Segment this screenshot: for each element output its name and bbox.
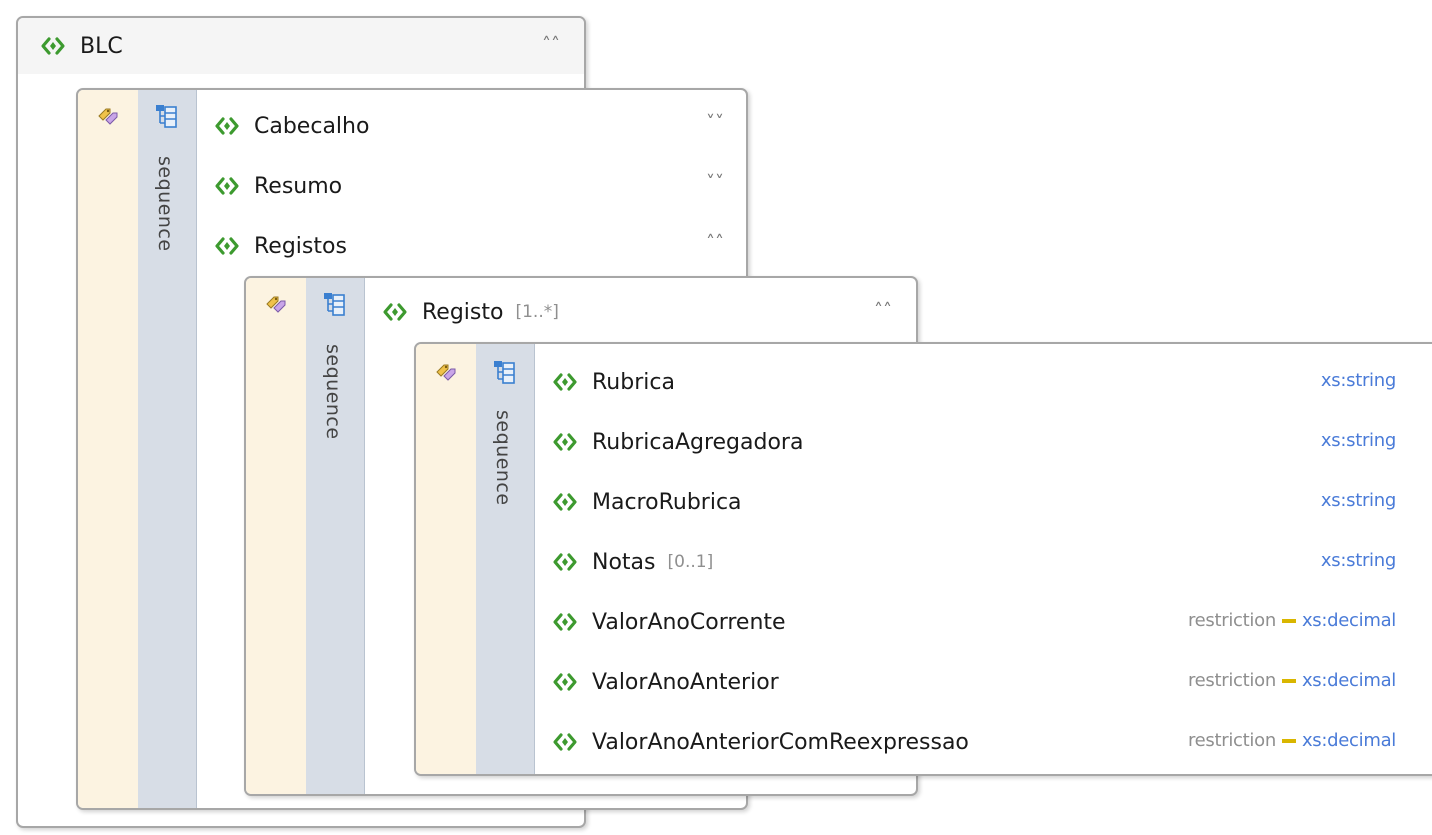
element-icon	[40, 36, 66, 56]
element-row-valoranocorrente[interactable]: ValorAnoCorrente	[552, 592, 786, 652]
sequence-label: sequence	[492, 410, 514, 506]
sequence-label: sequence	[154, 156, 176, 252]
expand-chevron-icon[interactable]: ˅˅	[706, 172, 724, 193]
element-row-macrorubrica[interactable]: MacroRubrica	[552, 472, 742, 532]
restriction-bar-icon	[1281, 618, 1296, 623]
blc-header: BLC ˄˄	[18, 18, 584, 74]
element-icon	[552, 612, 578, 632]
collapse-chevron-icon[interactable]: ˄˄	[874, 300, 892, 321]
expand-chevron-icon[interactable]: ˅˅	[706, 112, 724, 133]
element-icon	[214, 236, 240, 256]
element-name: Registo	[422, 299, 504, 325]
sequence-label: sequence	[322, 344, 344, 440]
element-row-valoranoanterior[interactable]: ValorAnoAnterior	[552, 652, 779, 712]
registo-content-box: sequence Rubrica xs:string RubricaAgrega…	[414, 342, 1432, 776]
element-row-registos[interactable]: Registos	[214, 216, 347, 276]
restriction-type: restriction xs:decimal	[1188, 730, 1396, 751]
element-row-notas[interactable]: Notas [0..1]	[552, 532, 713, 592]
attributes-icon[interactable]	[264, 294, 288, 316]
element-name: Registos	[254, 233, 347, 259]
element-icon	[214, 176, 240, 196]
type-link[interactable]: xs:string	[1321, 370, 1396, 391]
element-row-cabecalho[interactable]: Cabecalho	[214, 96, 369, 156]
sequence-column: sequence	[138, 90, 197, 808]
multiplicity-label: [0..1]	[667, 552, 714, 572]
element-name: Resumo	[254, 173, 343, 199]
type-link[interactable]: xs:string	[1321, 430, 1396, 451]
attributes-icon[interactable]	[434, 362, 458, 384]
element-name: Rubrica	[592, 369, 675, 395]
element-row-rubricaagregadora[interactable]: RubricaAgregadora	[552, 412, 803, 472]
restriction-bar-icon	[1281, 738, 1296, 743]
type-link[interactable]: xs:decimal	[1302, 610, 1396, 631]
attributes-icon[interactable]	[96, 106, 120, 128]
sequence-icon[interactable]	[493, 360, 515, 384]
element-icon	[552, 552, 578, 572]
element-name: MacroRubrica	[592, 489, 742, 515]
element-row-resumo[interactable]: Resumo	[214, 156, 342, 216]
attribute-column	[416, 344, 477, 774]
multiplicity-label: [1..*]	[515, 302, 559, 322]
element-row-rubrica[interactable]: Rubrica	[552, 352, 675, 412]
element-name: ValorAnoAnterior	[592, 669, 779, 695]
collapse-chevron-icon[interactable]: ˄˄	[706, 232, 724, 253]
sequence-icon[interactable]	[155, 104, 177, 128]
element-icon	[552, 492, 578, 512]
element-icon	[214, 116, 240, 136]
element-name: ValorAnoAnteriorComReexpressao	[592, 729, 969, 755]
element-name: Notas	[592, 549, 656, 575]
element-name: BLC	[80, 33, 123, 59]
restriction-label: restriction	[1187, 730, 1276, 751]
element-icon	[552, 732, 578, 752]
collapse-chevron-icon[interactable]: ˄˄	[542, 34, 560, 55]
attribute-column	[78, 90, 139, 808]
restriction-type: restriction xs:decimal	[1188, 610, 1396, 631]
restriction-label: restriction	[1187, 670, 1276, 691]
element-icon	[382, 302, 408, 322]
type-link[interactable]: xs:string	[1321, 490, 1396, 511]
element-icon	[552, 672, 578, 692]
restriction-label: restriction	[1187, 610, 1276, 631]
element-name: RubricaAgregadora	[592, 429, 804, 455]
type-link[interactable]: xs:decimal	[1302, 670, 1396, 691]
attribute-column	[246, 278, 307, 794]
element-name: ValorAnoCorrente	[592, 609, 786, 635]
element-row-valoranoanteriorcomreexpressao[interactable]: ValorAnoAnteriorComReexpressao	[552, 712, 969, 772]
sequence-column: sequence	[476, 344, 535, 774]
type-link[interactable]: xs:string	[1321, 550, 1396, 571]
sequence-icon[interactable]	[323, 292, 345, 316]
sequence-column: sequence	[306, 278, 365, 794]
type-link[interactable]: xs:decimal	[1302, 730, 1396, 751]
element-name: Cabecalho	[254, 113, 370, 139]
element-icon	[552, 372, 578, 392]
restriction-bar-icon	[1281, 678, 1296, 683]
element-row-registo[interactable]: Registo [1..*]	[382, 282, 559, 342]
restriction-type: restriction xs:decimal	[1188, 670, 1396, 691]
element-icon	[552, 432, 578, 452]
